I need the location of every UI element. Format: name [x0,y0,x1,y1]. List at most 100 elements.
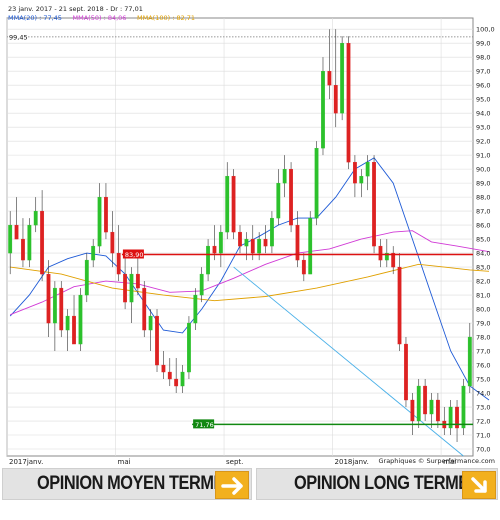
candle-body [72,315,76,345]
candle-body [155,315,159,366]
candle-body [410,399,415,422]
candle-body [244,238,249,247]
candle-body [8,224,13,254]
candle-body [91,245,96,261]
candle [321,57,325,156]
y-tick-label: 91,0 [476,151,490,159]
candle [397,253,402,352]
candle [231,169,236,240]
opinion-long-term[interactable]: OPINION LONG TERME [256,468,498,500]
candle-body [423,385,428,415]
candle-body [435,399,440,422]
y-tick-label: 90,0 [476,165,490,173]
candle-body [40,210,45,275]
y-tick-label: 76,0 [476,361,490,369]
y-tick-label: 74,0 [476,389,490,397]
chart-svg: 99,45 83,90 71,76 70,0 71,0 72,0 73,0 74,0 75,0… [6,5,495,466]
candle-body [59,287,64,331]
candle-body [148,315,153,331]
candle-body [187,322,191,373]
x-tick-label: 2018janv. [335,458,369,466]
candle-body [429,399,434,415]
y-tick-label: 83,0 [476,263,490,271]
candle-body [250,238,255,254]
candle [59,281,64,338]
date-range: 23 janv. 2017 - 21 sept. 2018 - Dr : 77,… [8,5,143,13]
candle-body [282,168,287,184]
last-price-label: 99,45 [9,33,28,41]
candle-body [263,238,268,247]
candle-body [14,224,19,240]
candle-body [378,245,383,261]
credit-text: Graphiques © Surperformance.com [378,457,495,465]
candle-body [199,273,204,296]
candle-body [180,371,185,387]
candle [314,141,319,226]
candle-body [110,231,115,254]
candle [27,218,32,268]
candle-body [416,385,421,422]
candle-body [327,71,332,86]
support-level-label: 71,76 [195,421,214,429]
x-tick-label: mai [118,458,131,466]
arrow-down-right-icon [462,471,496,499]
y-tick-label: 72,0 [476,417,490,425]
candle-body [359,175,364,184]
candle-body [461,385,466,429]
y-tick-label: 93,0 [476,123,490,131]
opinion-medium-term-label: OPINION MOYEN TERME [37,473,225,494]
opinion-medium-term[interactable]: OPINION MOYEN TERME [2,468,252,500]
candle-body [104,196,108,233]
candle-body [404,343,408,401]
y-tick-label: 86,0 [476,221,490,229]
candle-body [257,238,262,254]
candle-body [321,71,325,149]
candle-body [129,273,134,303]
y-tick-label: 81,0 [476,291,490,299]
candle-body [46,273,51,324]
candle-body [238,231,242,247]
candle-body [301,259,306,275]
legend-item: MMA(50) : 84,06 [73,14,127,22]
candle-body [65,315,70,331]
candle [142,281,147,338]
opinion-long-term-label: OPINION LONG TERME [294,473,469,494]
arrow-right-icon [215,471,249,499]
price-chart: 99,45 83,90 71,76 70,0 71,0 72,0 73,0 74,0 75,0… [0,0,500,468]
y-tick-label: 89,0 [476,179,490,187]
y-tick-label: 94,0 [476,109,490,117]
y-tick-label: 77,0 [476,347,490,355]
y-tick-label: 80,0 [476,305,490,313]
candle-body [346,43,351,163]
candle-body [97,196,102,247]
candle-body [231,175,236,233]
y-tick-label: 92,0 [476,137,490,145]
candle-body [340,43,345,114]
y-tick-label: 75,0 [476,375,490,383]
candle-body [33,210,38,226]
y-tick-label: 99,0 [476,39,490,47]
candle [78,288,83,352]
candle [340,36,345,121]
candle-body [142,287,147,331]
y-tick-label: 84,0 [476,249,490,257]
candle [404,337,408,408]
candle [289,162,293,233]
candle-body [27,224,32,261]
y-tick-label: 88,0 [476,193,490,201]
candle [84,253,89,303]
candle-body [276,182,281,219]
candle-body [225,175,230,233]
candle [416,379,421,429]
y-tick-label: 95,0 [476,95,490,103]
candle-body [397,266,402,345]
legend-item: MMA(20) : 77,45 [8,14,62,22]
candle-body [78,294,83,345]
candle-body [218,231,223,254]
candle-body [116,252,121,275]
candle-body [372,161,376,247]
candle-body [21,238,25,261]
y-tick-label: 98,0 [476,53,490,61]
candle-body [333,85,338,114]
legend-item: MMA(100) : 82,71 [137,14,195,22]
